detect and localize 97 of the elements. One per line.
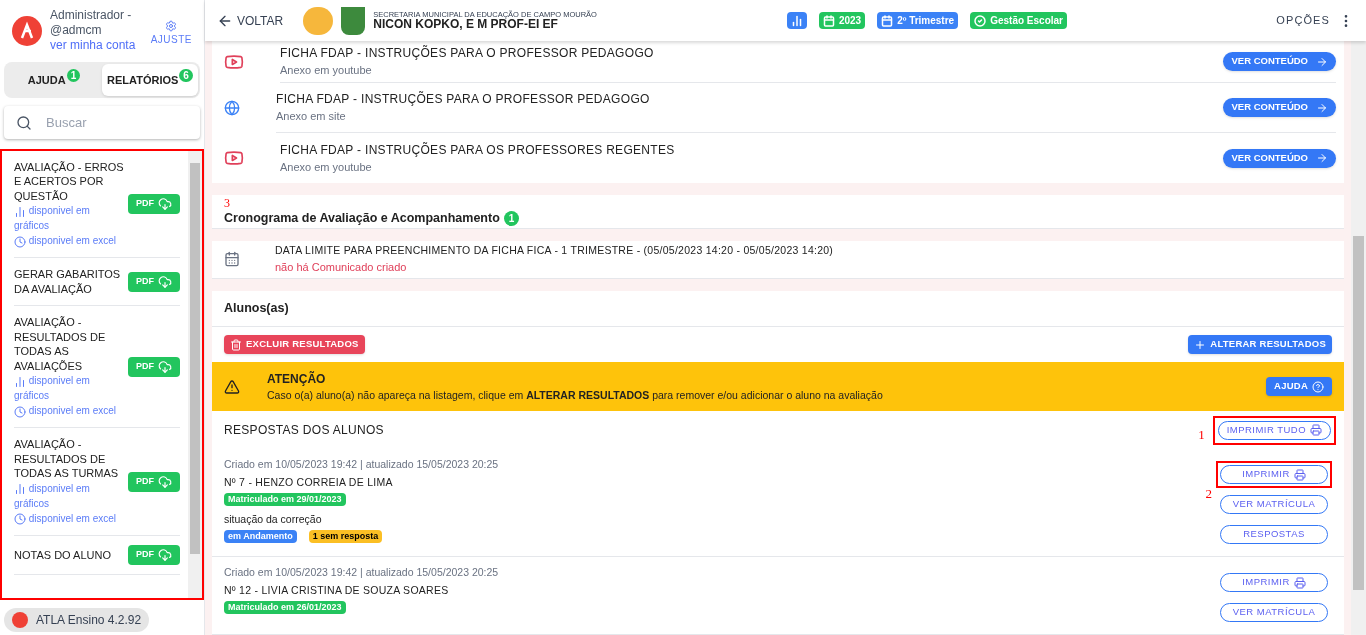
pdf-button[interactable]: PDF xyxy=(128,356,180,377)
cloud-download-icon xyxy=(158,197,172,212)
trash-icon xyxy=(230,338,242,351)
report-title: NOTAS DO ALUNO xyxy=(14,547,112,563)
view-content-button[interactable]: VER CONTEÚDO xyxy=(1223,52,1336,71)
globe-icon xyxy=(224,100,240,116)
logo-icon xyxy=(12,612,28,628)
count-badge: 1 xyxy=(66,69,81,83)
header-badge: 2º Trimestre xyxy=(877,12,959,29)
report-title: AVALIAÇÃO - ERROS E ACERTOS POR QUESTÃO xyxy=(14,159,124,204)
student-meta: Criado em 10/05/2023 19:42 | atualizado 15/05/2023 20:25 xyxy=(224,457,499,472)
status-label: situação da correção xyxy=(224,512,322,527)
answers-title: RESPOSTAS DOS ALUNOS xyxy=(224,422,384,439)
schedule-title: DATA LIMITE PARA PREENCHIMENTO DA FICHA FICA - 1 TRIMESTRE - (05/05/2023 14:20 - 05/05/2023 14:20) xyxy=(275,243,834,259)
attachment-subtitle: Anexo em site xyxy=(276,109,347,125)
search-icon xyxy=(16,114,32,131)
chart-icon xyxy=(790,14,803,27)
emblem-icon xyxy=(303,6,334,35)
pdf-button[interactable]: PDF xyxy=(128,471,180,492)
header-badge: 2023 xyxy=(818,12,866,29)
report-link[interactable]: disponivel em excel xyxy=(14,403,124,419)
attachment-title: FICHA FDAP - INSTRUÇÕES PARA OS PROFESSORES REGENTES xyxy=(280,141,676,159)
printer-icon xyxy=(1310,424,1322,436)
calendar-icon xyxy=(881,14,894,27)
annotation-number: 3 xyxy=(224,197,231,209)
alert-message: Caso o(a) aluno(a) não apareça na listagem, clique em ALTERAR RESULTADOS para remover e/ou adicionar o aluno na avaliação xyxy=(267,387,884,403)
status-tag: em Andamento xyxy=(224,529,297,544)
scrollbar[interactable] xyxy=(1351,41,1366,635)
school-name: NICON KOPKO, E M PROF-EI EF xyxy=(373,18,559,31)
view-content-button[interactable]: VER CONTEÚDO xyxy=(1223,148,1336,168)
logo-icon xyxy=(12,16,42,46)
account-link[interactable]: ver minha conta xyxy=(50,38,143,53)
printer-icon xyxy=(1293,576,1306,589)
report-link[interactable]: disponivel em excel xyxy=(14,233,124,249)
arrow-right-icon xyxy=(1316,152,1328,164)
clock-icon xyxy=(14,513,26,526)
scrollbar[interactable] xyxy=(188,150,202,598)
cloud-download-icon xyxy=(158,547,172,562)
plus-icon xyxy=(1194,338,1207,351)
cloud-download-icon xyxy=(158,274,172,289)
search-field[interactable]: Buscar xyxy=(4,105,200,139)
enrollment-badge: Matriculado em 29/01/2023 xyxy=(224,492,346,506)
attachment-title: FICHA FDAP - INSTRUÇÕES PARA O PROFESSOR PEDAGOGO xyxy=(280,44,655,63)
alert-title: ATENÇÃO xyxy=(267,370,327,388)
pdf-button[interactable]: PDF xyxy=(128,194,180,215)
crest-icon xyxy=(341,6,366,35)
arrow-right-icon xyxy=(1316,55,1328,68)
gear-icon xyxy=(165,20,178,32)
annotation-number: 2 xyxy=(1205,487,1212,500)
warning-icon xyxy=(224,378,240,395)
section-title: Cronograma de Avaliação e Acompanhamento xyxy=(224,210,500,227)
clock-icon xyxy=(14,235,26,248)
student-meta: Criado em 10/05/2023 19:42 | atualizado 15/05/2023 20:25 xyxy=(224,565,499,580)
help-icon xyxy=(1312,380,1324,393)
clock-icon xyxy=(14,405,26,418)
annotation-number: 1 xyxy=(1198,426,1205,444)
report-title: AVALIAÇÃO - RESULTADOS DE TODAS AS TURMAS xyxy=(14,437,120,481)
change-results-button[interactable]: ALTERAR RESULTADOS xyxy=(1188,335,1332,354)
video-icon xyxy=(224,148,244,168)
options-button[interactable]: OPÇÕES xyxy=(1276,12,1354,29)
cloud-download-icon xyxy=(158,359,172,374)
student-name: Nº 7 - HENZO CORREIA DE LIMA xyxy=(224,474,393,490)
enrollment-badge: Matriculado em 26/01/2023 xyxy=(224,600,346,614)
student-name: Nº 12 - LIVIA CRISTINA DE SOUZA SOARES xyxy=(224,582,449,598)
header-badge: Gestão Escolar xyxy=(970,12,1067,29)
cloud-download-icon xyxy=(158,474,172,489)
user-name: Administrador - @admcm xyxy=(50,8,133,38)
report-title: GERAR GABARITOS DA AVALIAÇÃO xyxy=(14,267,122,297)
calendar-icon xyxy=(224,251,240,268)
version-label: ATLA Ensino 4.2.92 xyxy=(4,608,150,632)
pdf-button[interactable]: PDF xyxy=(128,271,180,292)
attachment-subtitle: Anexo em youtube xyxy=(280,63,373,79)
settings-button[interactable]: AJUSTE xyxy=(150,20,192,47)
sidebar-tab[interactable]: RELATÓRIOS 6 xyxy=(102,63,198,96)
chart-icon xyxy=(14,375,26,388)
printer-icon xyxy=(1293,468,1306,481)
report-title: AVALIAÇÃO - RESULTADOS DE TODAS AS AVALIAÇÕES xyxy=(14,315,107,374)
count-badge: 6 xyxy=(179,69,193,83)
delete-results-button[interactable]: EXCLUIR RESULTADOS xyxy=(224,335,365,354)
section-title: Alunos(as) xyxy=(224,300,289,318)
schedule-note: não há Comunicado criado xyxy=(275,260,408,275)
back-button[interactable]: VOLTAR xyxy=(217,11,284,30)
status-tag: 1 sem resposta xyxy=(308,529,383,544)
attachment-subtitle: Anexo em youtube xyxy=(280,159,373,175)
attachment-title: FICHA FDAP - INSTRUÇÕES PARA O PROFESSOR PEDAGOGO xyxy=(276,90,651,109)
check-icon xyxy=(974,14,987,27)
chart-icon xyxy=(14,483,26,496)
chart-icon xyxy=(14,205,26,218)
video-icon xyxy=(224,52,244,72)
view-content-button[interactable]: VER CONTEÚDO xyxy=(1223,98,1336,117)
help-button[interactable]: AJUDA xyxy=(1266,377,1332,396)
sidebar-tab[interactable]: AJUDA 1 xyxy=(6,63,102,96)
report-link[interactable]: disponivel em excel xyxy=(14,510,124,526)
arrow-right-icon xyxy=(1316,101,1328,114)
count-badge: 1 xyxy=(503,210,520,226)
calendar-icon xyxy=(822,14,835,27)
pdf-button[interactable]: PDF xyxy=(128,544,180,565)
